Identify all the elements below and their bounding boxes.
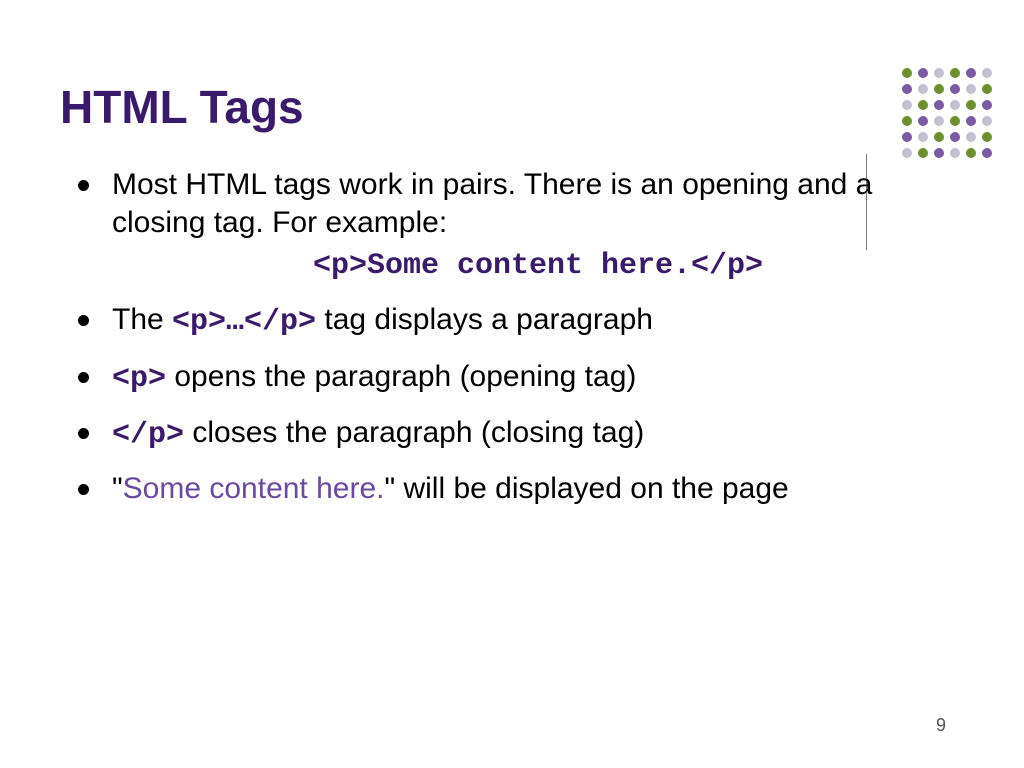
bullet-close-tag: </p> closes the paragraph (closing tag) [78,414,964,454]
bullet-pre-text: The [112,303,172,336]
slide-title: HTML Tags [60,80,964,134]
bullet-open-text: opens the paragraph (opening tag) [166,360,636,393]
bullet-post-text: tag displays a paragraph [316,303,653,336]
bullet-display: "Some content here." will be displayed o… [78,470,964,508]
code-inline-open: <p> [112,362,166,396]
bullet-quote-open: " [112,472,123,505]
slide: HTML Tags Most HTML tags work in pairs. … [0,0,1024,768]
bullet-intro-text: Most HTML tags work in pairs. There is a… [112,168,872,239]
bullet-display-post: " will be displayed on the page [384,472,788,505]
code-inline-ptag: <p>…</p> [172,305,316,339]
page-number: 9 [936,715,946,736]
bullet-open-tag: <p> opens the paragraph (opening tag) [78,358,964,398]
accent-content-text: Some content here. [123,472,385,505]
bullet-paragraph-tag: The <p>…</p> tag displays a paragraph [78,301,964,341]
bullet-intro: Most HTML tags work in pairs. There is a… [78,166,964,285]
code-inline-close: </p> [112,418,184,452]
slide-content: Most HTML tags work in pairs. There is a… [60,166,964,509]
bullet-close-text: closes the paragraph (closing tag) [184,416,644,449]
code-example: <p>Some content here.</p> [112,247,964,285]
